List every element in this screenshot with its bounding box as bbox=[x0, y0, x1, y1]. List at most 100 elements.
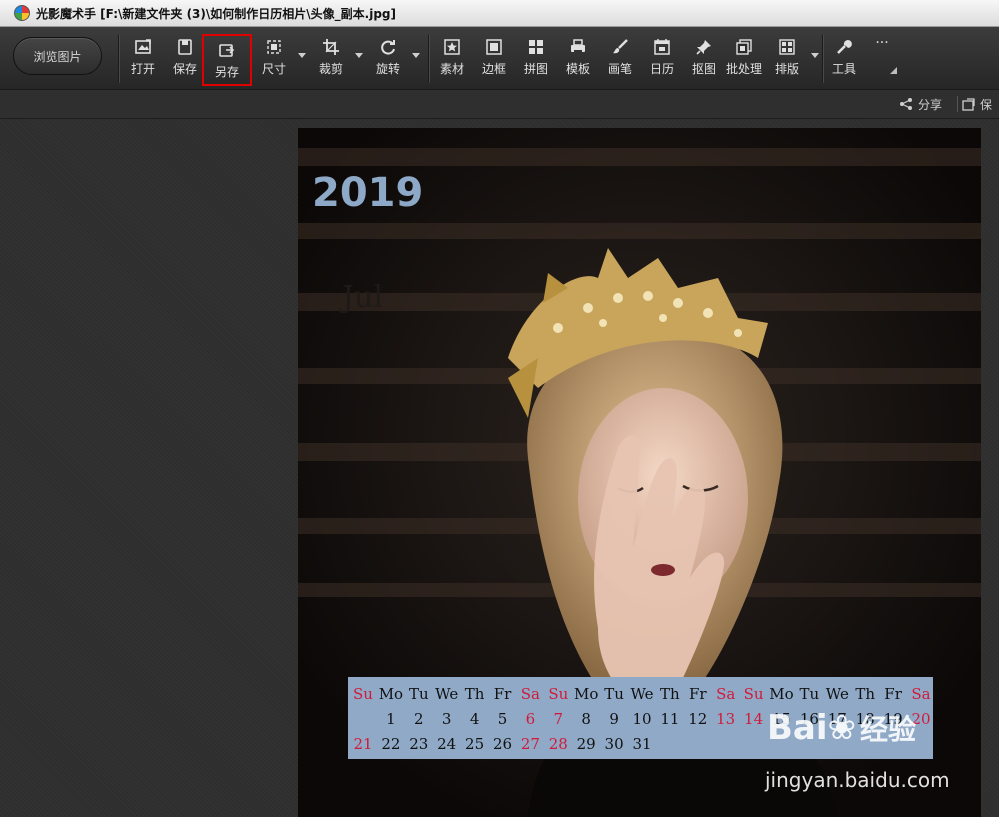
calendar-weekday-row: Su Mo Tu We Th Fr Sa Su Mo Tu We Th Fr Sa Su Mo Tu We Th Fr… bbox=[348, 685, 933, 707]
star-icon bbox=[442, 37, 462, 57]
weekday-cell: Fr bbox=[884, 685, 902, 703]
weekday-cell: Mo bbox=[769, 685, 794, 703]
date-cell: 24 bbox=[437, 735, 457, 753]
border-icon bbox=[484, 37, 504, 57]
watermark-logo-prefix: Bai bbox=[767, 708, 828, 748]
collage-label: 拼图 bbox=[523, 62, 548, 76]
weekday-cell: Fr bbox=[689, 685, 707, 703]
save-label: 保存 bbox=[172, 62, 197, 76]
layout-label: 排版 bbox=[774, 62, 799, 76]
rotate-dropdown-caret-icon[interactable] bbox=[412, 53, 420, 58]
wrench-icon bbox=[834, 37, 854, 57]
cutout-button[interactable]: 抠图 bbox=[689, 33, 719, 83]
layout-button[interactable]: 排版 bbox=[772, 33, 802, 83]
photo-preview[interactable]: 2019 Jul Su Mo Tu We Th Fr Sa Su Mo Tu We Th Fr Sa Su M… bbox=[298, 128, 981, 817]
export-icon bbox=[962, 98, 975, 111]
size-icon bbox=[264, 37, 284, 57]
crop-dropdown-caret-icon[interactable] bbox=[355, 53, 363, 58]
date-cell: 2 bbox=[414, 710, 424, 728]
date-cell: 29 bbox=[576, 735, 596, 753]
save-button[interactable]: 保存 bbox=[170, 33, 200, 83]
window-title: 光影魔术手 [F:\新建文件夹 (3)\如何制作日历相片\头像_副本.jpg] bbox=[36, 6, 396, 21]
layout-icon bbox=[777, 37, 797, 57]
weekday-cell: Th bbox=[464, 685, 485, 703]
rotate-label: 旋转 bbox=[375, 62, 400, 76]
date-cell: 13 bbox=[716, 710, 736, 728]
date-cell: 5 bbox=[497, 710, 508, 728]
weekday-cell: We bbox=[435, 685, 459, 703]
watermark-url: jingyan.baidu.com bbox=[765, 768, 950, 792]
app-logo-icon bbox=[14, 5, 30, 21]
weekday-cell: Tu bbox=[799, 685, 820, 703]
pin-icon bbox=[694, 37, 714, 57]
template-icon bbox=[568, 37, 588, 57]
template-label: 模板 bbox=[565, 62, 590, 76]
rotate-button[interactable]: 旋转 bbox=[373, 33, 403, 83]
rotate-icon bbox=[378, 37, 398, 57]
size-label: 尺寸 bbox=[261, 62, 286, 76]
share-icon bbox=[900, 98, 912, 110]
weekday-cell: We bbox=[825, 685, 849, 703]
toolbar-separator bbox=[428, 35, 429, 83]
calendar-year: 2019 bbox=[312, 170, 424, 216]
template-button[interactable]: 模板 bbox=[563, 33, 593, 83]
material-button[interactable]: 素材 bbox=[437, 33, 467, 83]
brush-label: 画笔 bbox=[607, 62, 632, 76]
crop-icon bbox=[321, 37, 341, 57]
date-cell: 8 bbox=[581, 710, 591, 728]
date-cell: 22 bbox=[381, 735, 401, 753]
size-dropdown-caret-icon[interactable] bbox=[298, 53, 306, 58]
calendar-label: 日历 bbox=[649, 62, 674, 76]
weekday-cell: Mo bbox=[573, 685, 599, 703]
share-button[interactable]: 分享 bbox=[899, 95, 942, 113]
subbar-save-label: 保 bbox=[980, 97, 993, 112]
weekday-cell: Th bbox=[660, 685, 680, 703]
date-cell: 26 bbox=[492, 735, 513, 753]
date-cell: 25 bbox=[465, 735, 485, 753]
size-button[interactable]: 尺寸 bbox=[259, 33, 289, 83]
date-cell: 3 bbox=[441, 710, 452, 728]
save-as-button[interactable]: 另存 bbox=[202, 34, 252, 86]
weekday-cell: Sa bbox=[911, 685, 931, 703]
secondary-bar: 分享 保 bbox=[0, 90, 999, 119]
date-cell: 23 bbox=[409, 735, 429, 753]
weekday-cell: Fr bbox=[493, 685, 512, 703]
calendar-button[interactable]: 日历 bbox=[647, 33, 677, 83]
open-icon bbox=[133, 37, 153, 57]
browse-images-button[interactable]: 浏览图片 bbox=[13, 37, 102, 75]
title-bar: 光影魔术手 [F:\新建文件夹 (3)\如何制作日历相片\头像_副本.jpg] bbox=[0, 0, 999, 27]
layout-dropdown-caret-icon[interactable] bbox=[811, 53, 819, 58]
weekday-cell: We bbox=[630, 685, 654, 703]
open-button[interactable]: 打开 bbox=[128, 33, 158, 83]
date-cell: 30 bbox=[604, 735, 624, 753]
brush-icon bbox=[610, 37, 630, 57]
date-cell: 7 bbox=[553, 710, 564, 728]
brush-button[interactable]: 画笔 bbox=[605, 33, 635, 83]
subbar-save-button[interactable]: 保 bbox=[962, 95, 992, 113]
tools-label: 工具 bbox=[831, 62, 856, 76]
expand-corner-icon[interactable] bbox=[890, 67, 897, 74]
main-toolbar: 浏览图片 打开 保存 另存 尺寸 裁剪 旋转 素材 边框 拼图 模板 画笔 日历… bbox=[0, 27, 999, 90]
batch-label: 批处理 bbox=[725, 62, 762, 76]
date-cell: 10 bbox=[632, 710, 652, 728]
tools-button[interactable]: 工具 bbox=[829, 33, 859, 83]
weekday-cell: Tu bbox=[408, 685, 429, 703]
weekday-cell: Su bbox=[353, 685, 373, 703]
date-cell: 27 bbox=[520, 735, 540, 753]
subbar-separator bbox=[957, 96, 958, 112]
date-cell: 1 bbox=[386, 710, 396, 728]
border-label: 边框 bbox=[481, 62, 506, 76]
collage-button[interactable]: 拼图 bbox=[521, 33, 551, 83]
crop-button[interactable]: 裁剪 bbox=[316, 33, 346, 83]
weekday-cell: Sa bbox=[520, 685, 540, 703]
weekday-cell: Tu bbox=[604, 685, 624, 703]
date-cell: 6 bbox=[525, 710, 536, 728]
save-as-label: 另存 bbox=[214, 65, 239, 79]
batch-button[interactable]: 批处理 bbox=[724, 33, 764, 83]
border-button[interactable]: 边框 bbox=[479, 33, 509, 83]
watermark-logo-suffix: 经验 bbox=[860, 713, 917, 746]
weekday-cell: Sa bbox=[716, 685, 736, 703]
date-cell: 11 bbox=[660, 710, 680, 728]
more-button[interactable]: ··· bbox=[870, 33, 894, 83]
paw-icon: ❀ bbox=[827, 708, 857, 748]
